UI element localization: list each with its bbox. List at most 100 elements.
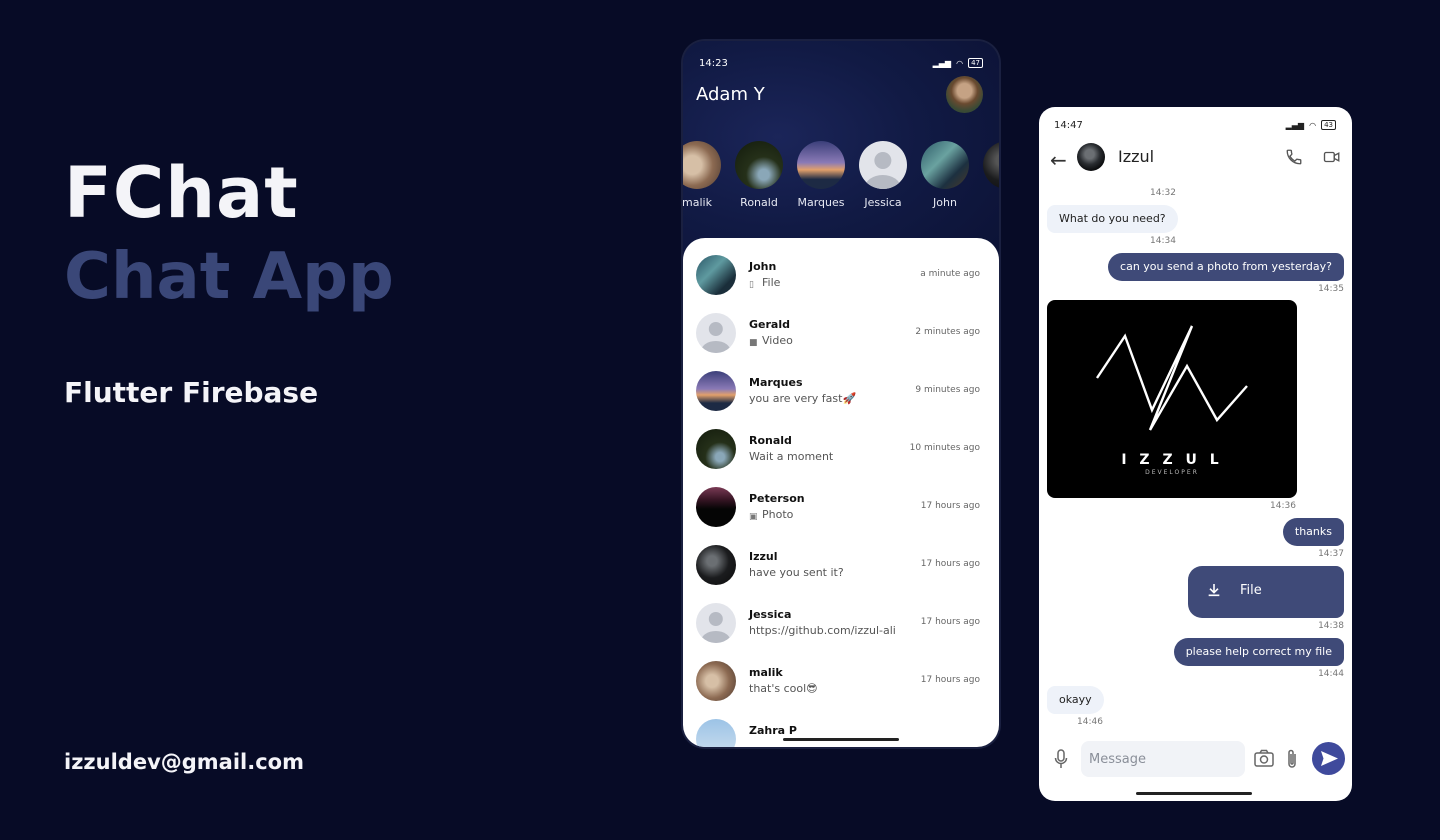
chat-name: Zahra P <box>749 724 797 737</box>
story-item[interactable]: John <box>921 141 969 209</box>
app-title: FChat <box>64 152 299 234</box>
chat-preview: Video <box>762 334 793 347</box>
contact-email: izzuldev@gmail.com <box>64 750 304 774</box>
status-bar: 14:47 ▂▄▆ ◠ 43 <box>1054 118 1336 132</box>
image-message[interactable]: I Z Z U L DEVELOPER <box>1047 300 1297 498</box>
chat-name: Izzul <box>749 550 778 563</box>
phone-chat-list: 14:23 ▂▄▆ ◠ 47 Adam Y malik Ronald Marqu… <box>683 41 999 747</box>
chat-name: Gerald <box>749 318 790 331</box>
microphone-icon[interactable] <box>1054 749 1068 769</box>
message-timestamp: 14:32 <box>1150 188 1176 198</box>
avatar <box>983 141 999 189</box>
chat-list: John ▯ File a minute ago Gerald ■ Video 2 … <box>683 238 999 747</box>
sent-message[interactable]: thanks <box>1282 518 1344 546</box>
chat-name: Jessica <box>749 608 792 621</box>
story-name: Marques <box>797 196 845 209</box>
send-button[interactable] <box>1312 742 1345 775</box>
avatar <box>696 545 736 585</box>
story-item[interactable]: malik <box>683 141 721 209</box>
app-subtitle: Chat App <box>64 240 394 314</box>
story-name: John <box>933 196 957 209</box>
list-item[interactable]: Marques you are very fast🚀 9 minutes ago <box>683 371 999 429</box>
avatar <box>696 719 736 747</box>
phone-call-icon[interactable] <box>1285 148 1303 166</box>
avatar <box>696 429 736 469</box>
battery-icon: 47 <box>968 58 983 68</box>
back-arrow-icon[interactable]: ← <box>1050 148 1067 172</box>
chat-time: 17 hours ago <box>920 501 980 511</box>
chat-name: Ronald <box>749 434 792 447</box>
avatar <box>696 371 736 411</box>
chat-preview: File <box>762 276 781 289</box>
chat-time: 17 hours ago <box>920 559 980 569</box>
list-item[interactable]: Gerald ■ Video 2 minutes ago <box>683 313 999 371</box>
avatar <box>696 313 736 353</box>
chat-preview: that's cool😎 <box>749 682 818 695</box>
chat-name: malik <box>749 666 783 679</box>
chat-name: Marques <box>749 376 803 389</box>
sent-message[interactable]: please help correct my file <box>1173 638 1344 666</box>
avatar <box>696 661 736 701</box>
attachment-icon[interactable] <box>1286 748 1298 770</box>
file-message[interactable]: File <box>1188 566 1344 618</box>
izzul-developer-logo: I Z Z U L DEVELOPER <box>1096 325 1248 476</box>
message-timestamp: 14:37 <box>1318 549 1344 559</box>
chat-preview: Wait a moment <box>749 450 834 463</box>
chat-preview: Photo <box>762 508 794 521</box>
avatar <box>683 141 721 189</box>
app-tagline: Flutter Firebase <box>64 376 319 409</box>
story-item[interactable]: Ronald <box>735 141 783 209</box>
list-item[interactable]: Peterson ▣ Photo 17 hours ago <box>683 487 999 545</box>
chat-time: 17 hours ago <box>920 675 980 685</box>
list-item[interactable]: malik that's cool😎 17 hours ago <box>683 661 999 719</box>
story-item[interactable]: Iz <box>983 141 999 209</box>
chat-time: 9 minutes ago <box>915 385 980 395</box>
list-item[interactable]: John ▯ File a minute ago <box>683 255 999 313</box>
chat-time: 10 minutes ago <box>909 443 980 453</box>
message-input[interactable] <box>1081 741 1245 777</box>
wifi-icon: ◠ <box>1309 120 1317 130</box>
chat-time: 17 hours ago <box>920 617 980 627</box>
camera-icon[interactable] <box>1254 749 1274 767</box>
wifi-icon: ◠ <box>956 58 964 68</box>
battery-icon: 43 <box>1321 120 1336 130</box>
download-icon[interactable] <box>1206 581 1222 599</box>
stories-row: malik Ronald Marques Jessica John Iz <box>683 141 999 209</box>
list-item[interactable]: Izzul have you sent it? 17 hours ago <box>683 545 999 603</box>
avatar <box>859 141 907 189</box>
message-timestamp: 14:36 <box>1270 501 1296 511</box>
list-item[interactable]: Jessica https://github.com/izzul-ali 17 … <box>683 603 999 661</box>
svg-text:DEVELOPER: DEVELOPER <box>1145 469 1199 476</box>
avatar <box>797 141 845 189</box>
story-name: malik <box>683 196 712 209</box>
list-item[interactable]: Zahra P <box>683 719 999 747</box>
current-user-name: Adam Y <box>696 84 765 105</box>
message-timestamp: 14:44 <box>1318 669 1344 679</box>
contact-avatar[interactable] <box>1077 143 1105 171</box>
story-item[interactable]: Jessica <box>859 141 907 209</box>
story-name: Ronald <box>740 196 778 209</box>
message-composer <box>1039 739 1352 779</box>
received-message[interactable]: What do you need? <box>1047 205 1178 233</box>
list-item[interactable]: Ronald Wait a moment 10 minutes ago <box>683 429 999 487</box>
signal-icon: ▂▄▆ <box>1285 120 1305 130</box>
received-message[interactable]: okayy <box>1047 686 1104 714</box>
contact-name: Izzul <box>1118 147 1155 166</box>
story-name: Jessica <box>864 196 902 209</box>
story-item[interactable]: Marques <box>797 141 845 209</box>
status-time: 14:23 <box>699 57 728 69</box>
avatar <box>696 255 736 295</box>
current-user-avatar[interactable] <box>946 76 983 113</box>
message-timestamp: 14:38 <box>1318 621 1344 631</box>
video-call-icon[interactable] <box>1322 148 1342 166</box>
chat-name: John <box>749 260 777 273</box>
home-indicator <box>783 738 899 741</box>
message-timestamp: 14:35 <box>1318 284 1344 294</box>
chat-preview: have you sent it? <box>749 566 844 579</box>
message-timestamp: 14:46 <box>1077 717 1103 727</box>
conversation-header: ← Izzul <box>1039 141 1352 183</box>
sent-message[interactable]: can you send a photo from yesterday? <box>1108 253 1344 281</box>
image-icon: ▣ <box>749 512 758 522</box>
chat-time: a minute ago <box>920 269 980 279</box>
avatar <box>735 141 783 189</box>
